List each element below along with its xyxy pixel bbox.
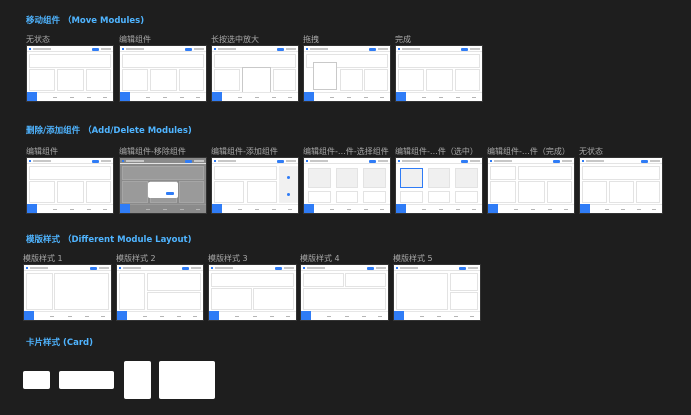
screen-thumbnail xyxy=(395,45,483,102)
screen-thumbnail xyxy=(23,264,112,321)
add-module-panel xyxy=(279,166,298,203)
screen-thumbnail xyxy=(303,45,391,102)
frame-move-2[interactable]: 编辑组件 xyxy=(119,34,207,102)
frame-label: 编辑组件-…件（选中） xyxy=(395,147,478,156)
frame-layout-3[interactable]: 模版样式 3 xyxy=(208,253,297,321)
section-title-layout: 模版样式 （Different Module Layout) xyxy=(26,235,192,245)
frame-label: 编辑组件-…件（完成） xyxy=(487,147,570,156)
frame-add-delete-3[interactable]: 编辑组件-添加组件 xyxy=(211,146,299,214)
screen-thumbnail xyxy=(211,45,299,102)
screen-thumbnail xyxy=(395,157,483,214)
frame-add-delete-2[interactable]: 编辑组件-移除组件 xyxy=(119,146,207,214)
card-large[interactable] xyxy=(159,361,215,399)
screen-thumbnail xyxy=(26,45,114,102)
screen-thumbnail xyxy=(119,157,207,214)
frame-label: 编辑组件-移除组件 xyxy=(119,147,186,156)
screen-thumbnail xyxy=(116,264,204,321)
frame-add-delete-5[interactable]: 编辑组件-…件（选中） xyxy=(395,146,483,214)
frame-move-4[interactable]: 拖拽 xyxy=(303,34,391,102)
frame-add-delete-4[interactable]: 编辑组件-…件-选择组件 xyxy=(303,146,391,214)
frame-move-1[interactable]: 无状态 xyxy=(26,34,114,102)
section-title-move: 移动组件 （Move Modules) xyxy=(26,16,145,26)
frame-move-5[interactable]: 完成 xyxy=(395,34,483,102)
frame-label: 编辑组件-…件-选择组件 xyxy=(303,147,389,156)
frame-label: 模版样式 4 xyxy=(300,254,340,263)
frame-label: 拖拽 xyxy=(303,35,319,44)
screen-thumbnail xyxy=(208,264,297,321)
frame-layout-2[interactable]: 模版样式 2 xyxy=(116,253,204,321)
screen-thumbnail xyxy=(393,264,481,321)
frame-label: 模版样式 1 xyxy=(23,254,63,263)
screen-thumbnail xyxy=(300,264,389,321)
section-title-add-delete: 删除/添加组件 （Add/Delete Modules) xyxy=(26,126,192,136)
screen-thumbnail xyxy=(579,157,663,214)
screen-thumbnail xyxy=(26,157,114,214)
frame-label: 模版样式 5 xyxy=(393,254,433,263)
frame-label: 模版样式 2 xyxy=(116,254,156,263)
frame-label: 编辑组件 xyxy=(26,147,58,156)
card-wide[interactable] xyxy=(59,371,114,389)
frame-add-delete-6[interactable]: 编辑组件-…件（完成） xyxy=(487,146,575,214)
frame-add-delete-7[interactable]: 无状态 xyxy=(579,146,663,214)
frame-move-3[interactable]: 长按选中放大 xyxy=(211,34,299,102)
screen-thumbnail xyxy=(303,157,391,214)
frame-label: 模版样式 3 xyxy=(208,254,248,263)
frame-label: 编辑组件-添加组件 xyxy=(211,147,278,156)
screen-thumbnail xyxy=(487,157,575,214)
frame-layout-5[interactable]: 模版样式 5 xyxy=(393,253,481,321)
frame-label: 无状态 xyxy=(26,35,50,44)
frame-label: 无状态 xyxy=(579,147,603,156)
screen-thumbnail xyxy=(211,157,299,214)
card-small[interactable] xyxy=(23,371,50,389)
confirm-dialog xyxy=(148,182,178,198)
frame-label: 完成 xyxy=(395,35,411,44)
section-title-card: 卡片样式 (Card) xyxy=(26,338,93,348)
card-tall[interactable] xyxy=(124,361,151,399)
frame-layout-4[interactable]: 模版样式 4 xyxy=(300,253,389,321)
screen-thumbnail xyxy=(119,45,207,102)
frame-label: 编辑组件 xyxy=(119,35,151,44)
frame-layout-1[interactable]: 模版样式 1 xyxy=(23,253,112,321)
frame-label: 长按选中放大 xyxy=(211,35,259,44)
frame-add-delete-1[interactable]: 编辑组件 xyxy=(26,146,114,214)
